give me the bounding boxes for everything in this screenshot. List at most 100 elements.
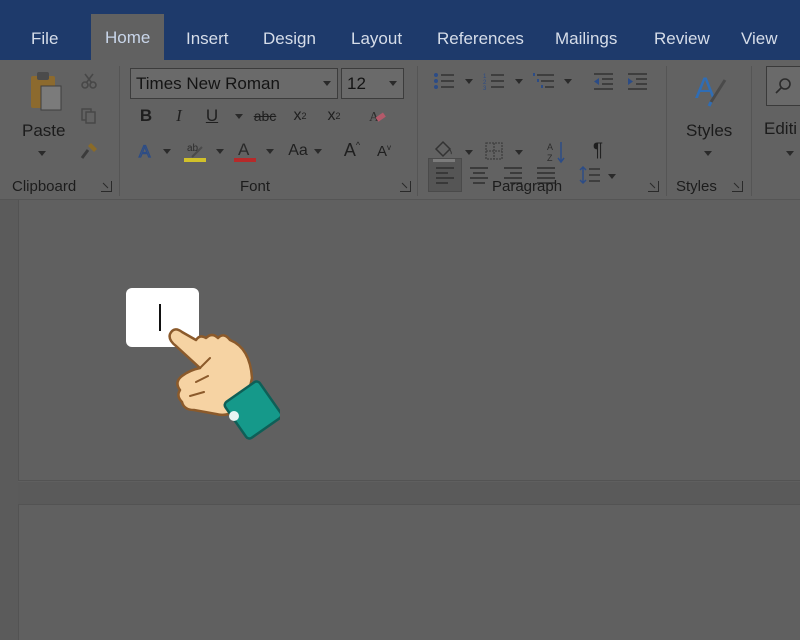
svg-text:A: A	[238, 140, 250, 159]
grow-font-glyph: A	[343, 139, 356, 160]
line-spacing-dropdown-icon[interactable]	[608, 174, 616, 179]
underline-dropdown-icon[interactable]	[235, 114, 243, 119]
numbering-dropdown-icon[interactable]	[515, 79, 523, 84]
format-painter-icon	[80, 143, 97, 159]
tab-insert[interactable]: Insert	[186, 28, 229, 50]
font-color-button[interactable]: A	[232, 138, 258, 164]
grow-font-button[interactable]: A ^	[340, 138, 364, 162]
show-formatting-button[interactable]: ¶	[587, 140, 609, 162]
font-size-select[interactable]: 12	[341, 68, 404, 99]
styles-button[interactable]: A	[683, 68, 735, 160]
superscript-mark: 2	[335, 111, 341, 121]
multilevel-list-button[interactable]	[530, 70, 558, 92]
eraser-icon: A	[369, 110, 386, 125]
find-button[interactable]	[766, 66, 800, 106]
font-family-select[interactable]: Times New Roman	[130, 68, 338, 99]
font-size-value: 12	[347, 74, 366, 93]
scissors-icon	[81, 73, 97, 89]
highlight-dropdown-icon[interactable]	[216, 149, 224, 154]
font-color-icon: A	[234, 140, 256, 162]
copy-button[interactable]	[78, 105, 100, 127]
subscript-button[interactable]: x2	[288, 105, 312, 127]
numbering-button[interactable]: 123	[480, 70, 508, 92]
styles-dropdown-icon[interactable]	[704, 151, 712, 156]
svg-text:Z: Z	[547, 153, 553, 163]
caret-down-icon: v	[387, 142, 391, 152]
search-icon	[774, 78, 791, 94]
shading-button[interactable]	[430, 138, 458, 164]
shading-dropdown-icon[interactable]	[465, 150, 473, 155]
paint-bucket-icon	[433, 140, 455, 162]
tab-view[interactable]: View	[741, 28, 778, 50]
strikethrough-button[interactable]: abc	[250, 105, 280, 127]
subscript-glyph: x	[293, 107, 302, 124]
borders-dropdown-icon[interactable]	[515, 150, 523, 155]
bullets-icon	[434, 73, 454, 89]
sort-icon: AZ	[547, 142, 565, 164]
clipboard-group-label: Clipboard	[12, 178, 77, 195]
bullets-dropdown-icon[interactable]	[465, 79, 473, 84]
superscript-button[interactable]: x2	[322, 105, 346, 127]
styles-label: Styles	[686, 121, 733, 140]
highlight-button[interactable]: ab	[182, 138, 208, 164]
sort-button[interactable]: AZ	[545, 140, 569, 164]
tab-review[interactable]: Review	[654, 28, 710, 50]
underline-button[interactable]: U	[201, 105, 223, 127]
styles-launcher-icon[interactable]	[732, 181, 743, 192]
decrease-indent-icon	[594, 73, 613, 90]
caret-up-icon: ^	[355, 140, 361, 150]
paragraph-launcher-icon[interactable]	[648, 181, 659, 192]
font-launcher-icon[interactable]	[400, 181, 411, 192]
group-divider	[751, 66, 752, 196]
text-effects-button[interactable]: A	[135, 140, 157, 162]
pointing-hand-icon	[168, 328, 280, 440]
paste-dropdown-icon[interactable]	[38, 151, 46, 156]
editing-label[interactable]: Editi	[764, 119, 797, 139]
svg-text:3: 3	[483, 86, 487, 90]
hand-glyph	[168, 328, 280, 440]
group-divider	[417, 66, 418, 196]
align-center-button[interactable]	[466, 163, 492, 187]
tab-references[interactable]: References	[437, 28, 524, 50]
decrease-indent-button[interactable]	[590, 70, 616, 92]
highlighter-icon: ab	[184, 143, 206, 162]
font-family-value: Times New Roman	[136, 74, 280, 93]
page-gap	[18, 482, 800, 504]
line-spacing-icon	[579, 165, 600, 185]
document-page-next[interactable]	[18, 504, 800, 640]
italic-button[interactable]: I	[168, 105, 190, 127]
align-left-button[interactable]	[432, 163, 458, 187]
subscript-mark: 2	[301, 111, 307, 121]
group-divider	[119, 66, 120, 196]
document-margin-left	[0, 200, 18, 640]
line-spacing-button[interactable]	[577, 163, 603, 187]
font-color-dropdown-icon[interactable]	[266, 149, 274, 154]
text-effects-icon: A	[138, 142, 151, 160]
copy-icon	[81, 108, 96, 124]
increase-indent-icon	[628, 73, 647, 90]
shrink-font-button[interactable]: Av	[373, 140, 395, 162]
tab-home[interactable]: Home	[91, 14, 165, 60]
paste-label: Paste	[22, 121, 66, 140]
cut-button[interactable]	[78, 70, 100, 92]
multilevel-dropdown-icon[interactable]	[564, 79, 572, 84]
tab-design[interactable]: Design	[263, 28, 316, 50]
tab-mailings[interactable]: Mailings	[555, 28, 617, 50]
text-effects-dropdown-icon[interactable]	[163, 149, 171, 154]
tab-layout[interactable]: Layout	[351, 28, 402, 50]
change-case-button[interactable]: Aa	[284, 140, 312, 162]
change-case-dropdown-icon[interactable]	[314, 149, 322, 154]
bullets-button[interactable]	[430, 70, 458, 92]
tab-file[interactable]: File	[31, 28, 58, 50]
svg-text:A: A	[547, 142, 553, 152]
clear-formatting-button[interactable]: A	[366, 105, 388, 127]
borders-button[interactable]	[482, 140, 506, 162]
superscript-glyph: x	[327, 107, 336, 124]
editing-dropdown-icon[interactable]	[786, 151, 794, 156]
chevron-down-icon	[323, 81, 331, 86]
clipboard-launcher-icon[interactable]	[101, 181, 112, 192]
format-painter-button[interactable]	[78, 140, 100, 162]
bold-button[interactable]: B	[135, 105, 157, 127]
align-left-icon	[436, 167, 454, 184]
increase-indent-button[interactable]	[624, 70, 650, 92]
